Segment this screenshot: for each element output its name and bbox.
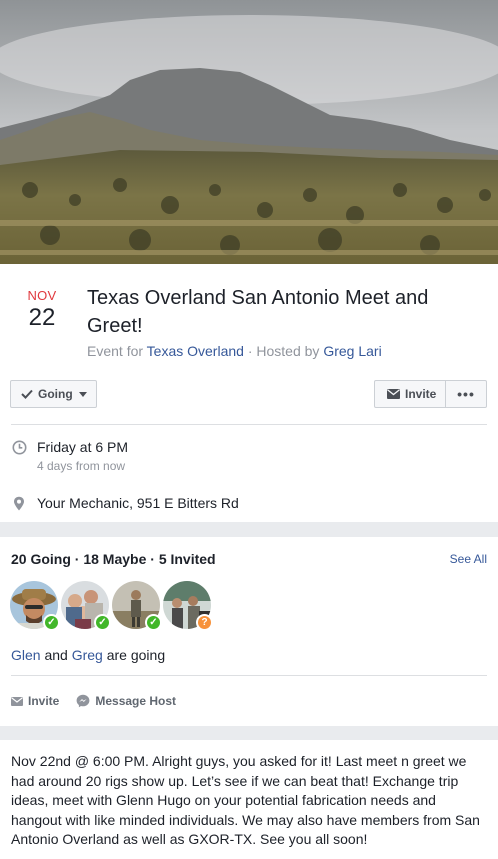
guest-list-card: 20 Going · 18 Maybe · 5 Invited See All … [0, 537, 498, 726]
guest-counts[interactable]: 20 Going · 18 Maybe · 5 Invited [11, 551, 216, 567]
event-description-card: Nov 22nd @ 6:00 PM. Alright guys, you as… [0, 740, 498, 859]
avatar[interactable]: ? [163, 581, 213, 631]
friends-and: and [40, 647, 72, 663]
event-location-row[interactable]: Your Mechanic, 951 E Bitters Rd [10, 494, 239, 512]
event-description: Nov 22nd @ 6:00 PM. Alright guys, you as… [11, 753, 480, 847]
going-button[interactable]: Going [10, 380, 97, 408]
divider [11, 424, 487, 425]
going-badge-icon: ✓ [94, 614, 111, 631]
going-badge-icon: ✓ [145, 614, 162, 631]
invited-badge-icon: ? [196, 614, 213, 631]
event-date-month: NOV [27, 288, 57, 303]
message-host-link[interactable]: Message Host [76, 694, 176, 708]
event-title: Texas Overland San Antonio Meet and Gree… [87, 287, 429, 337]
invite-link[interactable]: Invite [11, 694, 59, 708]
friend-link[interactable]: Greg [72, 647, 103, 663]
event-time-relative: 4 days from now [37, 459, 126, 473]
invite-link-label: Invite [28, 694, 60, 708]
avatar[interactable]: ✓ [10, 581, 60, 631]
checkmark-icon [21, 389, 33, 399]
more-options-button[interactable]: ••• [445, 380, 487, 408]
avatar[interactable]: ✓ [61, 581, 111, 631]
byline-prefix: Event for [87, 343, 147, 359]
event-header-card: NOV 22 Texas Overland San Antonio Meet a… [0, 264, 498, 522]
clock-icon [10, 438, 28, 455]
event-date: NOV 22 [16, 288, 68, 332]
message-host-label: Message Host [95, 694, 177, 708]
guest-avatars: ✓ ✓ ✓ ? [10, 581, 214, 631]
messenger-icon [76, 694, 90, 708]
invite-button-label: Invite [405, 387, 437, 401]
byline-separator: · Hosted by [243, 343, 324, 359]
guest-actions: Invite Message Host [11, 694, 193, 708]
map-pin-icon [10, 494, 28, 511]
more-icon: ••• [457, 386, 475, 402]
event-location: Your Mechanic, 951 E Bitters Rd [37, 495, 239, 511]
friends-suffix: are going [102, 647, 166, 663]
event-time: Friday at 6 PM [37, 439, 129, 455]
host-link[interactable]: Greg Lari [323, 343, 381, 359]
avatar[interactable]: ✓ [112, 581, 162, 631]
see-all-link[interactable]: See All [450, 552, 487, 566]
chevron-down-icon [78, 391, 87, 397]
envelope-icon [11, 696, 23, 706]
event-date-day: 22 [28, 304, 56, 331]
going-button-label: Going [38, 387, 73, 401]
going-badge-icon: ✓ [43, 614, 60, 631]
divider [11, 675, 487, 676]
friend-link[interactable]: Glen [11, 647, 41, 663]
envelope-icon [387, 389, 400, 399]
page-link[interactable]: Texas Overland [147, 343, 244, 359]
event-time-row[interactable]: Friday at 6 PM 4 days from now [10, 438, 128, 474]
event-cover-photo [0, 0, 498, 264]
friends-going-text: Glen and Greg are going [11, 647, 165, 663]
event-byline: Event for Texas Overland · Hosted by Gre… [87, 343, 382, 359]
invite-button[interactable]: Invite [374, 380, 446, 408]
